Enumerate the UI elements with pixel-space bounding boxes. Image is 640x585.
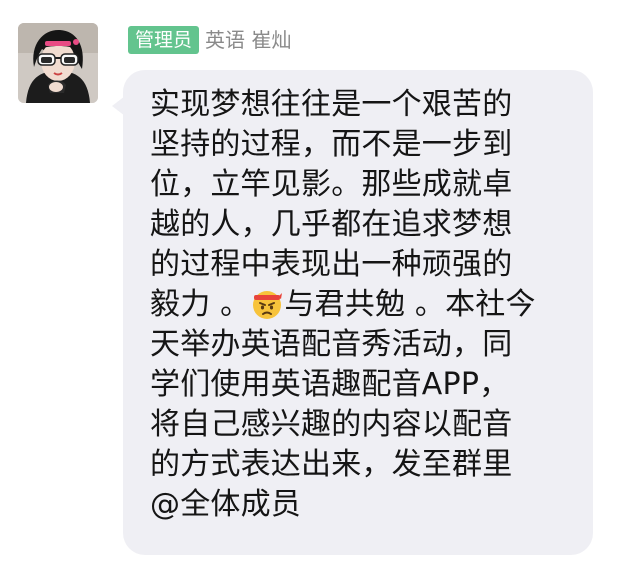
message-line-2: 坚持的过程，而不是一步到 <box>150 127 513 162</box>
headband-persevere-emoji-icon <box>251 288 283 320</box>
message-line-4: 越的人，几乎都在追求梦想 <box>150 207 513 242</box>
message-line-6-end: 与君共勉 。本社今 <box>284 287 536 322</box>
sender-name[interactable]: 英语 崔灿 <box>205 26 291 54</box>
message-line-8: 学们使用英语趣配音APP， <box>150 367 510 402</box>
message-line-6-start: 毅力 。 <box>150 287 251 322</box>
avatar[interactable] <box>18 23 98 103</box>
sender-meta: 管理员 英语 崔灿 <box>128 25 291 55</box>
message-bubble[interactable]: 实现梦想往往是一个艰苦的 坚持的过程，而不是一步到 位，立竿见影。那些成就卓 越… <box>112 70 593 555</box>
message-line-6: 毅力 。 与君共勉 。本社今 <box>150 285 581 325</box>
message-line-10: 的方式表达出来，发至群里 <box>150 447 513 482</box>
admin-badge: 管理员 <box>128 26 200 54</box>
message-line-7: 天举办英语配音秀活动，同 <box>150 327 513 362</box>
message-line-9: 将自己感兴趣的内容以配音 <box>150 407 513 442</box>
message-mention-all[interactable]: @全体成员 <box>150 485 581 525</box>
message-line-3: 位，立竿见影。那些成就卓 <box>150 167 513 202</box>
message-line-1: 实现梦想往往是一个艰苦的 <box>150 87 513 122</box>
message-line-5: 的过程中表现出一种顽强的 <box>150 247 513 282</box>
avatar-photo <box>18 23 98 103</box>
